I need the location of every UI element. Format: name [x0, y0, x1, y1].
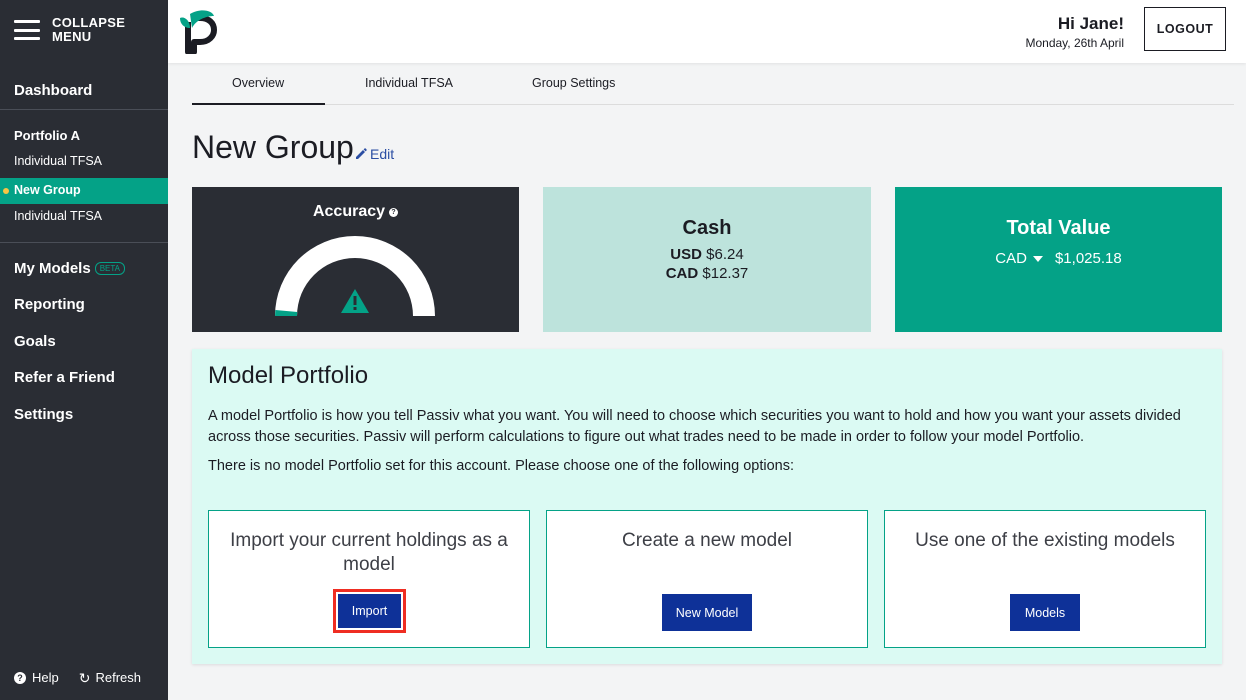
accuracy-title: Accuracy ? — [192, 203, 519, 221]
current-date: Monday, 26th April — [1025, 36, 1124, 50]
beta-badge: BETA — [94, 262, 125, 275]
tab-group-settings[interactable]: Group Settings — [532, 76, 615, 90]
passiv-logo-icon[interactable] — [176, 8, 218, 54]
option-existing-models: Use one of the existing models Models — [884, 510, 1206, 648]
option-existing-models-text: Use one of the existing models — [915, 530, 1175, 551]
model-portfolio-description: A model Portfolio is how you tell Passiv… — [208, 408, 1181, 445]
refresh-button[interactable]: ↻ Refresh — [79, 670, 141, 685]
nav-my-models-label: My Models — [14, 260, 91, 277]
pencil-icon — [356, 148, 367, 159]
group-tabs: Overview Individual TFSA Group Settings — [192, 63, 1234, 105]
currency-label: CAD — [995, 250, 1027, 267]
edit-title-button[interactable]: Edit — [355, 146, 394, 162]
models-button[interactable]: Models — [1010, 594, 1080, 631]
caret-down-icon — [1032, 255, 1043, 262]
active-dot — [3, 188, 9, 194]
total-value-line: CAD $1,025.18 — [895, 250, 1222, 267]
cash-usd: USD $6.24 — [543, 246, 871, 263]
collapse-menu-button[interactable]: COLLAPSE MENU — [14, 15, 126, 44]
total-value-card: Total Value CAD $1,025.18 — [895, 187, 1222, 332]
nav-my-models[interactable]: My Models BETA — [14, 260, 125, 277]
model-portfolio-note: There is no model Portfolio set for this… — [208, 458, 794, 474]
currency-select[interactable]: CAD — [995, 250, 1055, 267]
nav-new-group[interactable]: New Group — [0, 178, 168, 204]
accuracy-gauge — [275, 236, 435, 316]
help-button[interactable]: ? Help — [14, 670, 59, 685]
option-import: Import your current holdings as a model … — [208, 510, 530, 648]
total-value-amount: $1,025.18 — [1054, 250, 1122, 267]
option-new-model-text: Create a new model — [621, 530, 793, 551]
cash-cad-value: $12.37 — [702, 265, 749, 282]
help-tooltip-icon[interactable]: ? — [389, 207, 399, 217]
divider — [0, 242, 168, 243]
cash-cad-label: CAD — [665, 265, 699, 282]
help-label: Help — [32, 670, 59, 685]
cash-usd-label: USD — [670, 246, 702, 263]
sidebar-footer: ? Help ↻ Refresh — [14, 670, 161, 685]
nav-reporting[interactable]: Reporting — [14, 296, 85, 313]
refresh-icon: ↻ — [78, 669, 91, 686]
new-model-button[interactable]: New Model — [662, 594, 752, 631]
nav-individual-tfsa-1[interactable]: Individual TFSA — [14, 154, 102, 168]
tab-overview[interactable]: Overview — [232, 76, 284, 90]
total-value-title: Total Value — [1006, 217, 1111, 239]
nav-refer-a-friend[interactable]: Refer a Friend — [14, 369, 115, 386]
option-import-text: Import your current holdings as a model — [230, 530, 508, 575]
nav-dashboard[interactable]: Dashboard — [14, 82, 92, 99]
edit-label: Edit — [370, 146, 395, 162]
cash-title: Cash — [682, 217, 732, 239]
model-portfolio-panel: Model Portfolio A model Portfolio is how… — [192, 349, 1222, 664]
user-greeting: Hi Jane! Monday, 26th April — [1025, 14, 1124, 50]
top-header: Hi Jane! Monday, 26th April LOGOUT — [168, 0, 1246, 63]
nav-settings[interactable]: Settings — [14, 406, 73, 423]
nav-individual-tfsa-2[interactable]: Individual TFSA — [14, 209, 102, 223]
question-icon: ? — [14, 671, 26, 684]
accuracy-label: Accuracy — [312, 203, 386, 220]
import-button[interactable]: Import — [338, 594, 401, 628]
hamburger-icon — [14, 20, 40, 40]
nav-goals[interactable]: Goals — [14, 333, 56, 350]
refresh-label: Refresh — [95, 670, 142, 685]
greeting-text: Hi Jane! — [1057, 14, 1124, 33]
tab-individual-tfsa[interactable]: Individual TFSA — [365, 76, 453, 90]
logout-button[interactable]: LOGOUT — [1144, 7, 1226, 51]
model-portfolio-title: Model Portfolio — [208, 362, 369, 389]
page-title: New Group — [192, 129, 354, 165]
accuracy-card: Accuracy ? — [192, 187, 519, 332]
divider — [0, 109, 168, 110]
active-tab-indicator — [192, 103, 325, 105]
option-new-model: Create a new model New Model — [546, 510, 868, 648]
cash-usd-value: $6.24 — [706, 246, 744, 263]
cash-card: Cash USD $6.24 CAD $12.37 — [543, 187, 871, 332]
collapse-menu-label: COLLAPSE MENU — [52, 15, 126, 44]
nav-new-group-label: New Group — [14, 183, 81, 197]
cash-cad: CAD $12.37 — [543, 265, 871, 282]
nav-portfolio-a[interactable]: Portfolio A — [14, 128, 80, 143]
sidebar: COLLAPSE MENU Dashboard Portfolio A Indi… — [0, 0, 168, 700]
